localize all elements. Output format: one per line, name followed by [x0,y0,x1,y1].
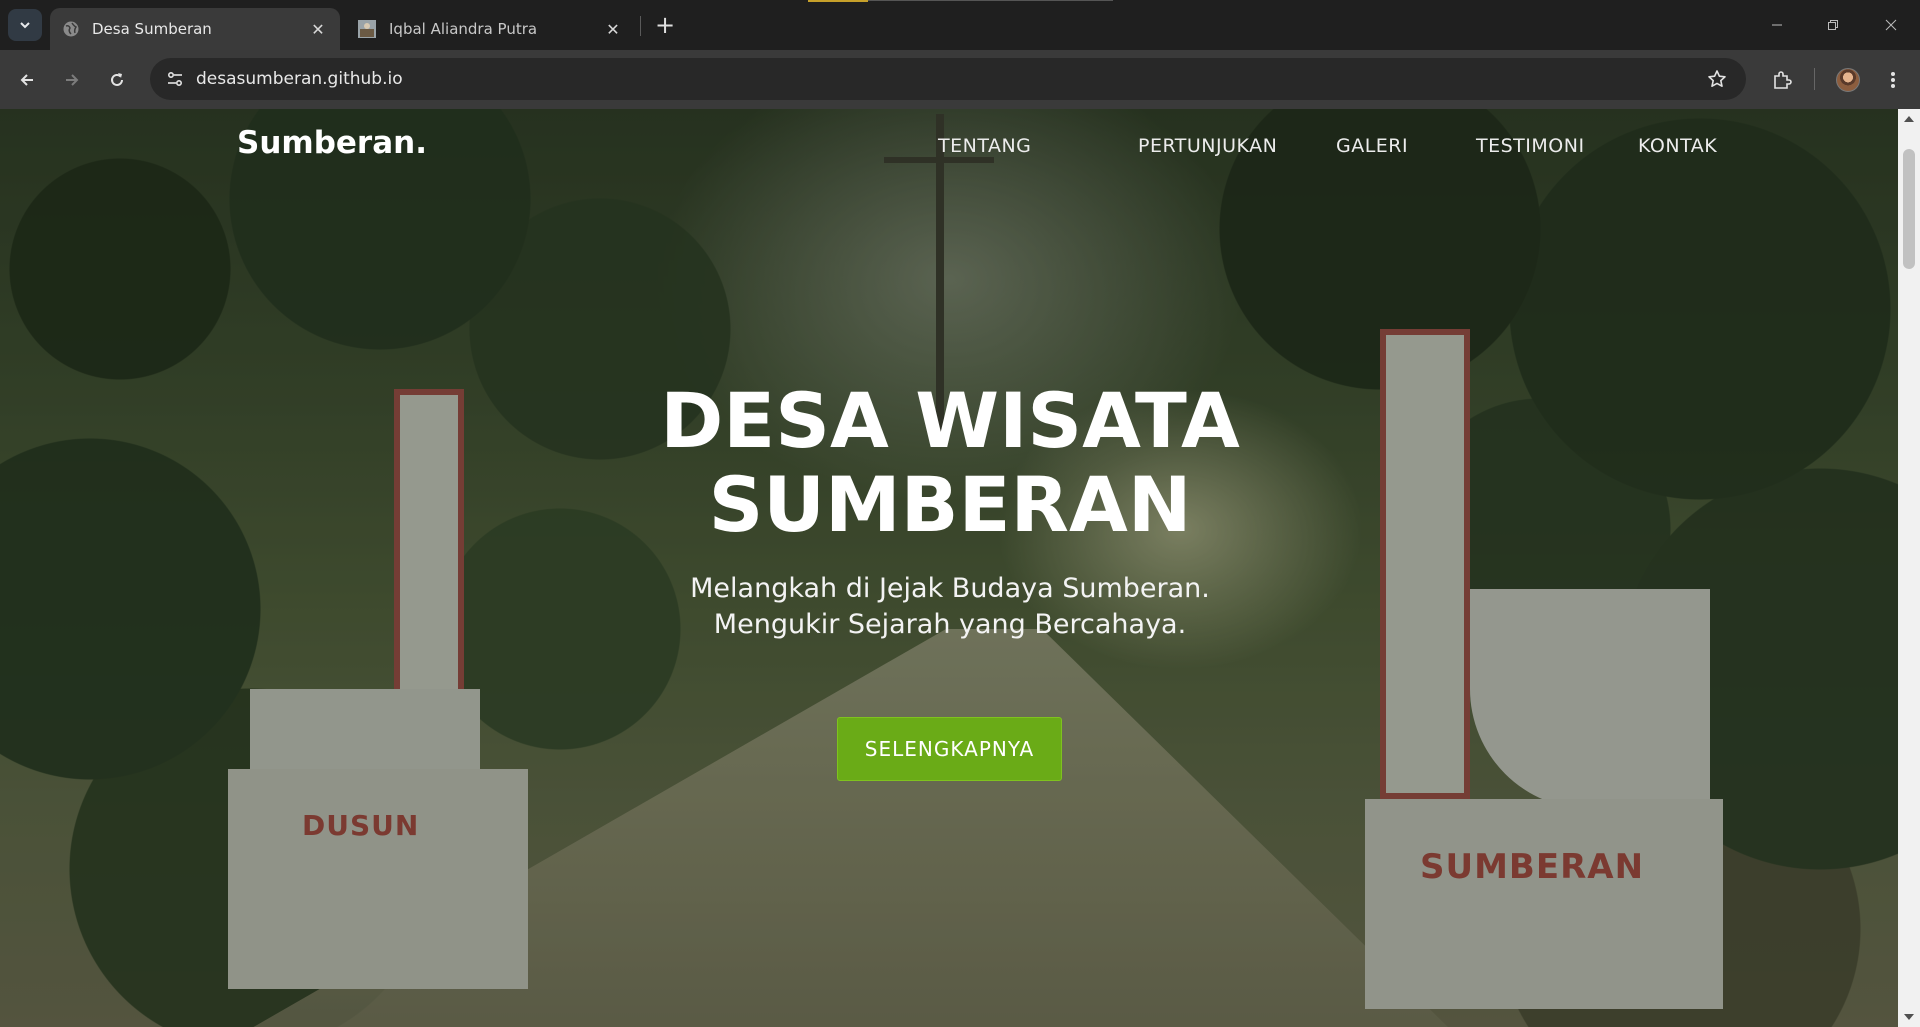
minimize-icon [1772,24,1782,26]
close-window-icon [1885,19,1897,31]
url-text[interactable]: desasumberan.github.io [196,58,403,100]
forward-button[interactable] [56,64,88,96]
nav-link-testimoni[interactable]: TESTIMONI [1476,135,1638,157]
scroll-down-arrow-icon[interactable] [1904,1014,1914,1020]
tab-title: Desa Sumberan [92,20,212,38]
arrow-left-icon [20,74,33,86]
puzzle-icon [1774,71,1792,89]
site-info-button[interactable] [160,64,190,94]
tab-desa-sumberan[interactable]: Desa Sumberan ✕ [50,8,340,50]
reload-button[interactable] [101,64,133,96]
kebab-menu-icon [1891,72,1895,88]
toolbar-divider [1814,68,1815,90]
nav-link-galeri[interactable]: GALERI [1336,135,1476,157]
nav-link-kontak[interactable]: KONTAK [1638,135,1758,157]
site-logo[interactable]: Sumberan. [237,125,427,161]
extensions-button[interactable] [1766,64,1798,96]
selengkapnya-button[interactable]: SELENGKAPNYA [837,717,1062,781]
restore-icon [1828,20,1838,30]
scroll-up-arrow-icon[interactable] [1904,116,1914,122]
tab-divider [640,16,641,36]
close-icon[interactable]: ✕ [308,20,328,39]
tab-strip-line [868,0,1113,1]
address-bar[interactable]: desasumberan.github.io [150,58,1746,100]
restore-button[interactable] [1810,10,1856,40]
tab-search-button[interactable] [8,9,42,41]
hero-subtitle: Melangkah di Jejak Budaya Sumberan. Meng… [550,571,1350,643]
tune-icon [167,71,183,87]
plus-icon: + [654,11,676,39]
bookmark-button[interactable] [1702,64,1732,94]
site-nav: TENTANG PERTUNJUKAN GALERI TESTIMONI KON… [938,135,1758,157]
globe-icon [63,21,79,37]
browser-toolbar: desasumberan.github.io [0,50,1920,109]
reload-icon [111,73,123,86]
nav-link-tentang[interactable]: TENTANG [938,135,1138,157]
hero-subtitle-line1: Melangkah di Jejak Budaya Sumberan. [690,573,1210,604]
avatar [1836,68,1860,92]
minimize-button[interactable] [1754,10,1800,40]
nav-link-pertunjukan[interactable]: PERTUNJUKAN [1138,135,1336,157]
close-icon[interactable]: ✕ [603,20,623,39]
new-tab-button[interactable]: + [650,10,680,40]
chevron-down-icon [20,22,30,29]
photo-favicon-icon [358,20,376,38]
profile-button[interactable] [1832,64,1864,96]
page-scrollbar[interactable] [1898,109,1920,1027]
hero-overlay [0,109,1898,1027]
tab-strip: Desa Sumberan ✕ Iqbal Aliandra Putra ✕ + [0,0,1920,50]
star-icon [1708,70,1726,87]
hero-title: DESA WISATA SUMBERAN [550,379,1350,547]
close-window-button[interactable] [1868,10,1914,40]
hero-title-line2: SUMBERAN [708,460,1192,549]
page-viewport: DUSUN SUMBERAN Sumberan. TENTANG PERTUNJ… [0,109,1898,1027]
tab-iqbal-aliandra-putra[interactable]: Iqbal Aliandra Putra ✕ [345,8,635,50]
tab-loading-indicator [808,0,868,2]
back-button[interactable] [11,64,43,96]
tab-title: Iqbal Aliandra Putra [389,20,538,38]
scrollbar-thumb[interactable] [1903,149,1915,269]
hero-subtitle-line2: Mengukir Sejarah yang Bercahaya. [713,609,1187,640]
hero-title-line1: DESA WISATA [660,376,1240,465]
menu-button[interactable] [1877,64,1909,96]
arrow-right-icon [66,74,79,86]
